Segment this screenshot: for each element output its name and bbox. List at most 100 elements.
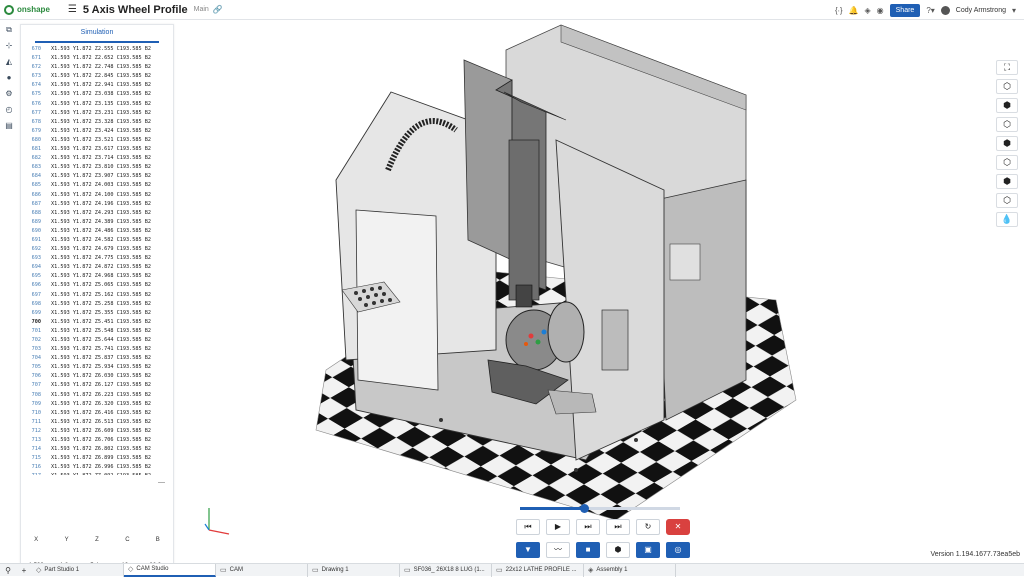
filter-icon[interactable]: ▼ xyxy=(516,542,540,558)
list-icon[interactable]: ▤ xyxy=(4,120,14,131)
gcode-line[interactable]: 674 X1.593 Y1.872 Z2.941 C193.585 B2 xyxy=(21,81,173,90)
gcode-line[interactable]: 690 X1.593 Y1.872 Z4.486 C193.585 B2 xyxy=(21,227,173,236)
comments-icon[interactable]: ● xyxy=(4,72,14,83)
gcode-line[interactable]: 676 X1.593 Y1.872 Z3.135 C193.585 B2 xyxy=(21,100,173,109)
variables-icon[interactable]: ◭ xyxy=(4,56,14,67)
gcode-line[interactable]: 714 X1.593 Y1.872 Z6.802 C193.585 B2 xyxy=(21,445,173,454)
tab-2[interactable]: ◇ CAM Studio xyxy=(124,563,216,577)
nodes-icon[interactable]: ⊹ xyxy=(4,40,14,51)
appearance-icon[interactable]: 💧 xyxy=(996,212,1018,227)
graphics-viewport[interactable]: ⛶ ⬡ ⬢ ⬡ ⬢ ⬡ ⬢ ⬡ 💧 xyxy=(176,20,1024,564)
gcode-line[interactable]: 711 X1.593 Y1.872 Z6.513 C193.585 B2 xyxy=(21,418,173,427)
avatar[interactable] xyxy=(940,5,950,15)
fit-view-icon[interactable]: ⛶ xyxy=(996,60,1018,75)
notifications-icon[interactable]: 🔔 xyxy=(849,6,859,15)
skip-to-start-button[interactable]: ⏮ xyxy=(516,519,540,535)
panel-title[interactable]: Simulation xyxy=(35,25,159,43)
tab-3[interactable]: ▭ CAM xyxy=(216,563,308,577)
gcode-line[interactable]: 685 X1.593 Y1.872 Z4.003 C193.585 B2 xyxy=(21,181,173,190)
braces-icon[interactable]: {∙} xyxy=(835,6,843,15)
gcode-line[interactable]: 708 X1.593 Y1.872 Z6.223 C193.585 B2 xyxy=(21,391,173,400)
scroll-indicator[interactable]: — xyxy=(158,479,165,486)
gcode-line[interactable]: 710 X1.593 Y1.872 Z6.416 C193.585 B2 xyxy=(21,409,173,418)
gcode-line[interactable]: 687 X1.593 Y1.872 Z4.196 C193.585 B2 xyxy=(21,200,173,209)
gcode-line[interactable]: 712 X1.593 Y1.872 Z6.609 C193.585 B2 xyxy=(21,427,173,436)
add-tab-icon[interactable]: + xyxy=(16,566,32,575)
gcode-line[interactable]: 698 X1.593 Y1.872 Z5.258 C193.585 B2 xyxy=(21,300,173,309)
onshape-logo[interactable]: onshape xyxy=(4,4,50,15)
gcode-line[interactable]: 673 X1.593 Y1.872 Z2.845 C193.585 B2 xyxy=(21,72,173,81)
gcode-line[interactable]: 693 X1.593 Y1.872 Z4.775 C193.585 B2 xyxy=(21,254,173,263)
front-view-icon[interactable]: ⬢ xyxy=(996,98,1018,113)
image-icon[interactable]: ▣ xyxy=(636,542,660,558)
gcode-list[interactable]: 670 X1.593 Y1.872 Z2.555 C193.585 B2 671 X1… xyxy=(21,45,173,475)
step-forward-button[interactable]: ⏭ xyxy=(576,519,600,535)
app-store-icon[interactable]: ◈ xyxy=(865,6,871,15)
tab-1[interactable]: ◇ Part Studio 1 xyxy=(32,563,124,577)
reset-button[interactable]: ↻ xyxy=(636,519,660,535)
gcode-line[interactable]: 713 X1.593 Y1.872 Z6.706 C193.585 B2 xyxy=(21,436,173,445)
branch-label[interactable]: Main xyxy=(194,6,209,13)
toolpath-icon[interactable]: 〰 xyxy=(546,542,570,558)
gcode-line[interactable]: 706 X1.593 Y1.872 Z6.030 C193.585 B2 xyxy=(21,372,173,381)
gcode-line[interactable]: 705 X1.593 Y1.872 Z5.934 C193.585 B2 xyxy=(21,363,173,372)
share-button[interactable]: Share xyxy=(889,3,921,17)
gcode-line[interactable]: 672 X1.593 Y1.872 Z2.748 C193.585 B2 xyxy=(21,63,173,72)
tab-manager-icon[interactable]: ⚲ xyxy=(0,566,16,575)
gcode-line[interactable]: 677 X1.593 Y1.872 Z3.231 C193.585 B2 xyxy=(21,109,173,118)
document-title[interactable]: 5 Axis Wheel Profile xyxy=(83,4,188,16)
feature-tree-icon[interactable]: ⧉ xyxy=(4,24,14,35)
gcode-line[interactable]: 694 X1.593 Y1.872 Z4.872 C193.585 B2 xyxy=(21,263,173,272)
top-view-icon[interactable]: ⬡ xyxy=(996,117,1018,132)
shaded-icon[interactable]: ⬡ xyxy=(996,193,1018,208)
user-name[interactable]: Cody Armstrong xyxy=(956,7,1006,14)
target-icon[interactable]: ◎ xyxy=(666,542,690,558)
playback-thumb[interactable] xyxy=(580,504,589,513)
right-view-icon[interactable]: ⬢ xyxy=(996,136,1018,151)
iso-view-icon[interactable]: ⬡ xyxy=(996,79,1018,94)
menu-icon[interactable]: ☰ xyxy=(68,4,77,15)
gcode-line[interactable]: 682 X1.593 Y1.872 Z3.714 C193.585 B2 xyxy=(21,154,173,163)
gcode-line[interactable]: 678 X1.593 Y1.872 Z3.328 C193.585 B2 xyxy=(21,118,173,127)
machine-icon[interactable]: ⬢ xyxy=(606,542,630,558)
globe-icon[interactable]: ◉ xyxy=(877,6,884,15)
bottom-view-icon[interactable]: ⬡ xyxy=(996,155,1018,170)
skip-to-end-button[interactable]: ⏭ xyxy=(606,519,630,535)
gcode-line[interactable]: 716 X1.593 Y1.872 Z6.996 C193.585 B2 xyxy=(21,463,173,472)
help-icon[interactable]: ?▾ xyxy=(926,6,934,15)
gcode-line[interactable]: 701 X1.593 Y1.872 Z5.548 C193.585 B2 xyxy=(21,327,173,336)
gcode-line[interactable]: 717X1.593 Y1.872 Z7.092 C193.585 B2 xyxy=(21,472,173,475)
gcode-line[interactable]: 680 X1.593 Y1.872 Z3.521 C193.585 B2 xyxy=(21,136,173,145)
playback-slider[interactable] xyxy=(520,504,680,513)
gcode-line[interactable]: 709 X1.593 Y1.872 Z6.320 C193.585 B2 xyxy=(21,400,173,409)
stock-icon[interactable]: ■ xyxy=(576,542,600,558)
gcode-line[interactable]: 675 X1.593 Y1.872 Z3.038 C193.585 B2 xyxy=(21,90,173,99)
gcode-line[interactable]: 686 X1.593 Y1.872 Z4.100 C193.585 B2 xyxy=(21,191,173,200)
gcode-line[interactable]: 679 X1.593 Y1.872 Z3.424 C193.585 B2 xyxy=(21,127,173,136)
gcode-line[interactable]: 683 X1.593 Y1.872 Z3.810 C193.585 B2 xyxy=(21,163,173,172)
history-icon[interactable]: ◴ xyxy=(4,104,14,115)
tools-icon[interactable]: ⚙ xyxy=(4,88,14,99)
gcode-line[interactable]: 691 X1.593 Y1.872 Z4.582 C193.585 B2 xyxy=(21,236,173,245)
tab-5[interactable]: ▭ SF036_ 26X18 8 LUG (1... xyxy=(400,563,492,577)
close-simulation-button[interactable]: ✕ xyxy=(666,519,690,535)
gcode-line[interactable]: 703 X1.593 Y1.872 Z5.741 C193.585 B2 xyxy=(21,345,173,354)
gcode-line[interactable]: 699 X1.593 Y1.872 Z5.355 C193.585 B2 xyxy=(21,309,173,318)
gcode-line[interactable]: 715 X1.593 Y1.872 Z6.899 C193.585 B2 xyxy=(21,454,173,463)
gcode-line[interactable]: 681 X1.593 Y1.872 Z3.617 C193.585 B2 xyxy=(21,145,173,154)
tab-6[interactable]: ▭ 22x12 LATHE PROFILE ... xyxy=(492,563,584,577)
gcode-line[interactable]: 707 X1.593 Y1.872 Z6.127 C193.585 B2 xyxy=(21,381,173,390)
gcode-line[interactable]: 684 X1.593 Y1.872 Z3.907 C193.585 B2 xyxy=(21,172,173,181)
gcode-line[interactable]: 700 X1.593 Y1.872 Z5.451 C193.585 B2 xyxy=(21,318,173,327)
gcode-line[interactable]: 704 X1.593 Y1.872 Z5.837 C193.585 B2 xyxy=(21,354,173,363)
gcode-line[interactable]: 671 X1.593 Y1.872 Z2.652 C193.585 B2 xyxy=(21,54,173,63)
back-view-icon[interactable]: ⬢ xyxy=(996,174,1018,189)
gcode-line[interactable]: 695 X1.593 Y1.872 Z4.968 C193.585 B2 xyxy=(21,272,173,281)
play-button[interactable]: ▶ xyxy=(546,519,570,535)
gcode-line[interactable]: 689 X1.593 Y1.872 Z4.389 C193.585 B2 xyxy=(21,218,173,227)
gcode-line[interactable]: 670 X1.593 Y1.872 Z2.555 C193.585 B2 xyxy=(21,45,173,54)
gcode-line[interactable]: 697 X1.593 Y1.872 Z5.162 C193.585 B2 xyxy=(21,291,173,300)
gcode-line[interactable]: 692 X1.593 Y1.872 Z4.679 C193.585 B2 xyxy=(21,245,173,254)
gcode-line[interactable]: 702 X1.593 Y1.872 Z5.644 C193.585 B2 xyxy=(21,336,173,345)
chevron-down-icon[interactable]: ▾ xyxy=(1012,6,1016,15)
